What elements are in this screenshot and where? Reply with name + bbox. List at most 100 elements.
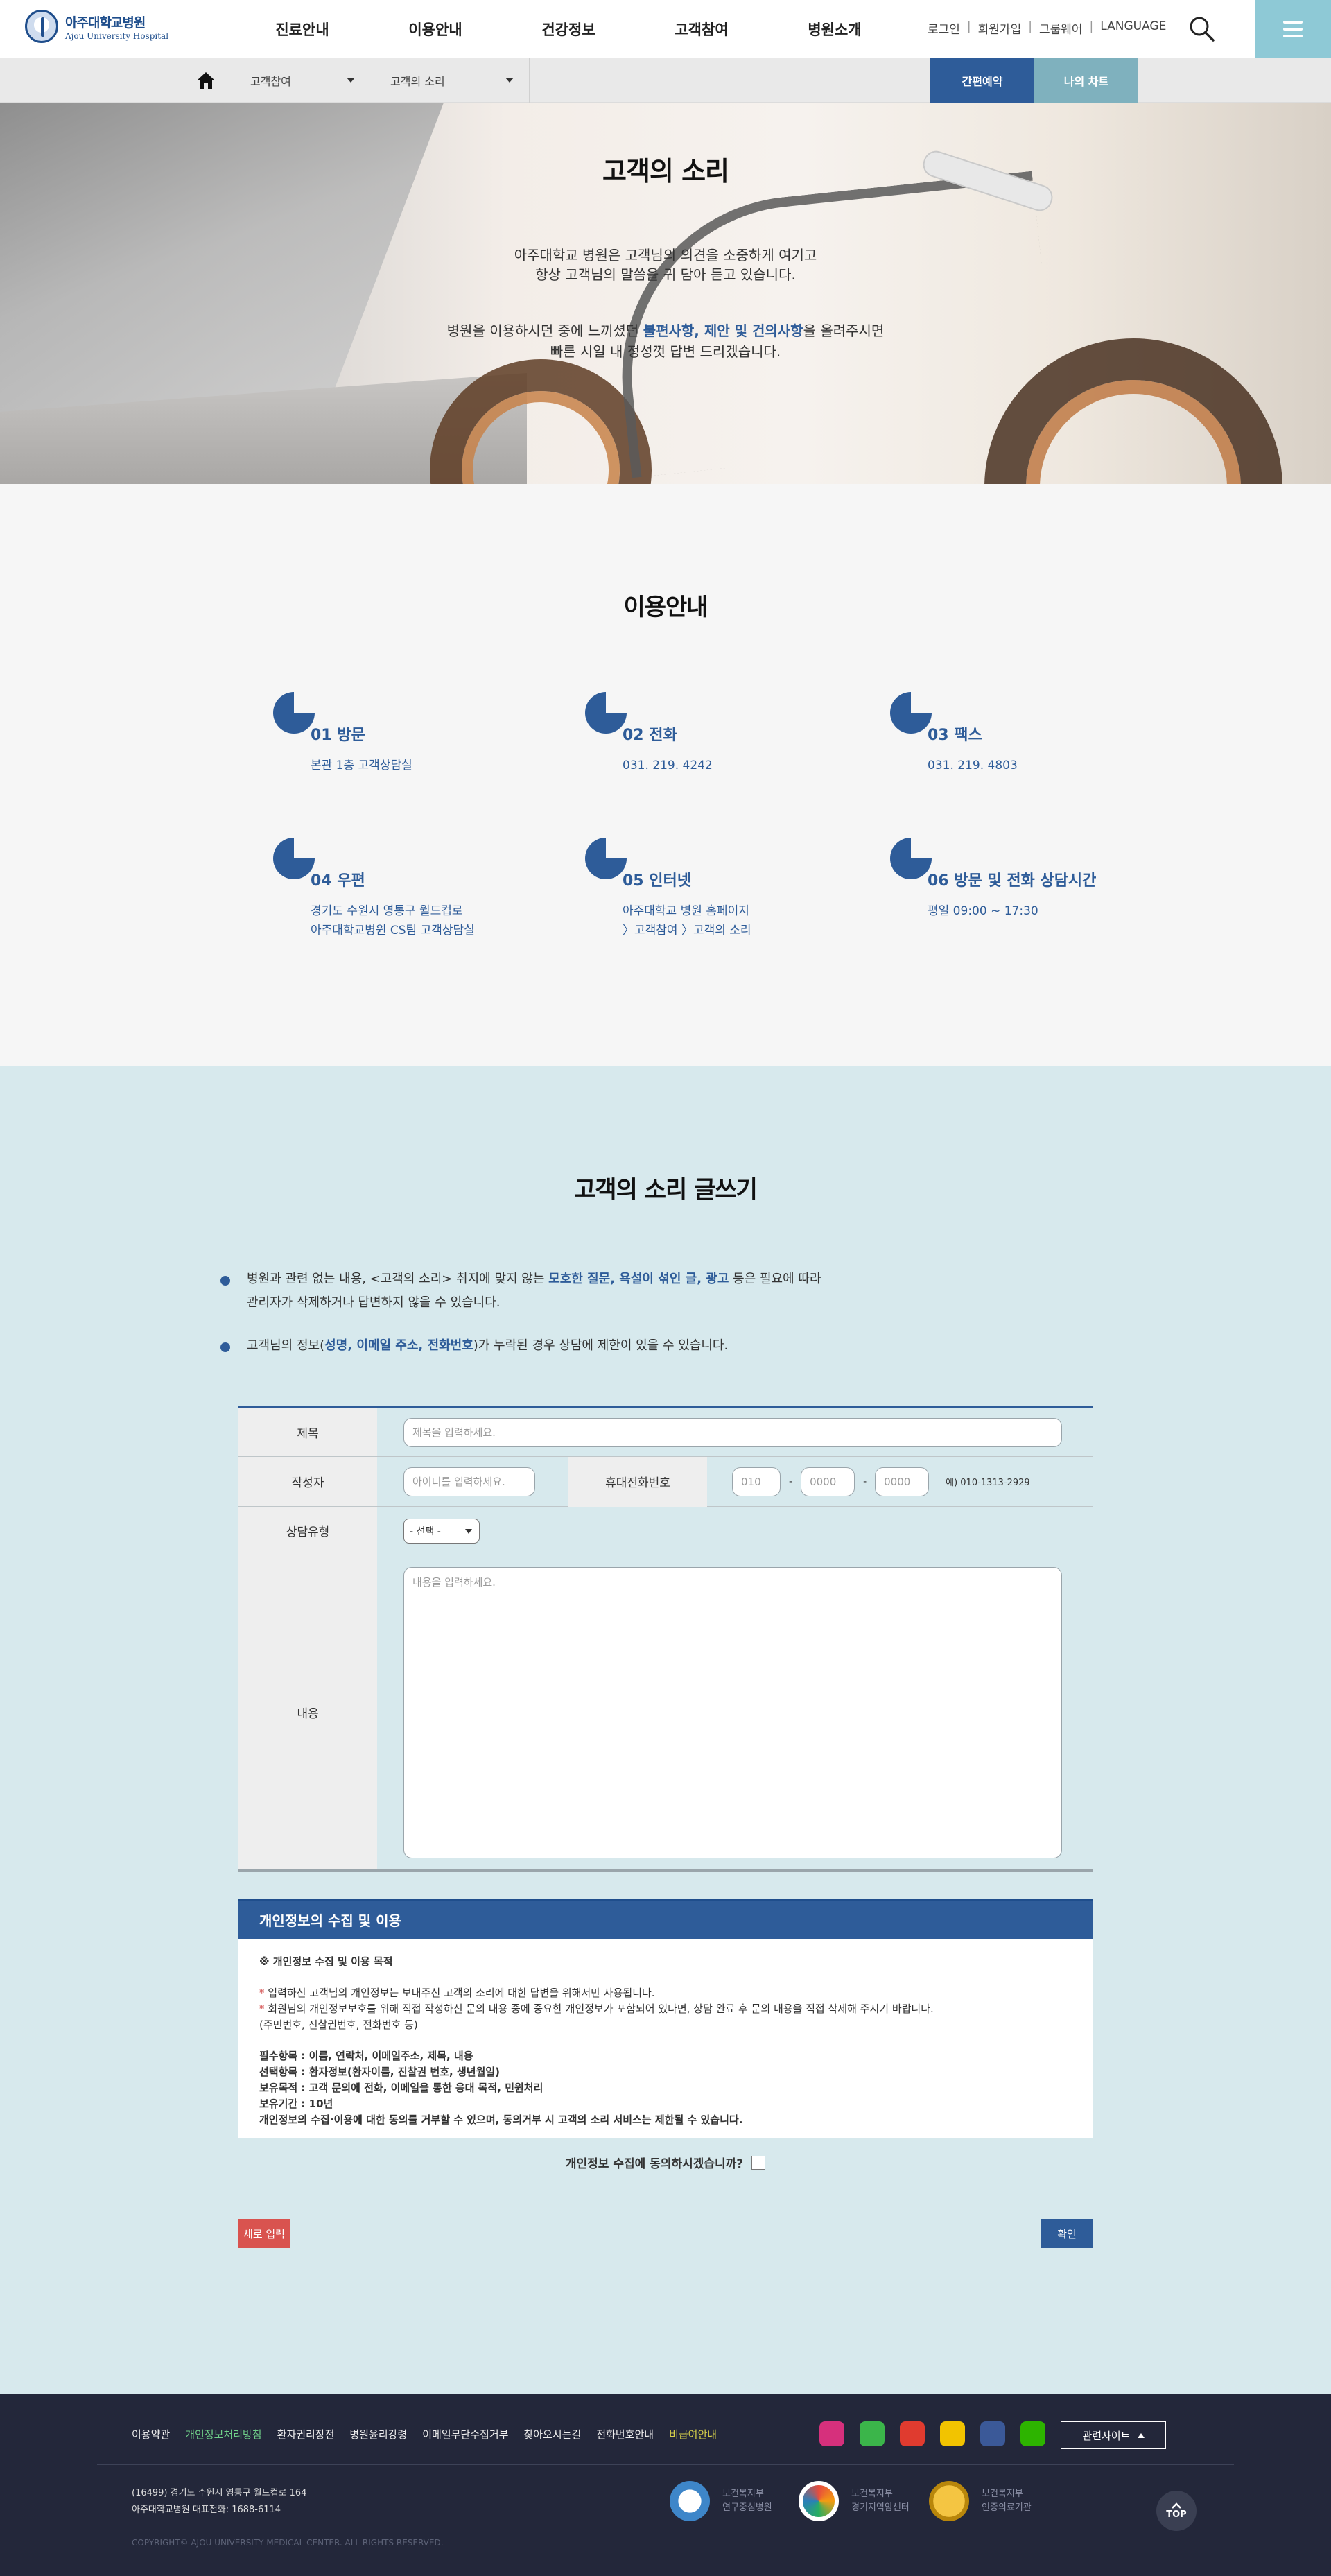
search-icon[interactable] (1187, 14, 1217, 44)
section-title: 고객의 소리 글쓰기 (574, 1176, 758, 1204)
author-input[interactable]: 아이디를 입력하세요. (403, 1467, 535, 1496)
privacy-optional: 선택항목 : 환자정보(환자이름, 진찰권 번호, 생년월일) (259, 2066, 501, 2078)
footer-link-terms[interactable]: 이용약관 (132, 2427, 170, 2441)
nav-item-customer[interactable]: 고객참여 (635, 19, 768, 40)
submit-button[interactable]: 확인 (1041, 2219, 1093, 2248)
notice-text: )가 누락된 경우 상담에 제한이 있을 수 있습니다. (473, 1338, 729, 1353)
footer-link-email-policy[interactable]: 이메일무단수집거부 (422, 2427, 508, 2441)
hero-intro-text: 아주대학교 병원은 고객님의 의견을 소중하게 여기고 항상 고객님의 말씀을 … (0, 245, 1331, 284)
agree-checkbox[interactable] (751, 2155, 766, 2170)
breadcrumb: 고객참여 고객의 소리 간편예약 나의 차트 (0, 58, 1331, 103)
phone-prefix-input[interactable]: 010 (732, 1467, 781, 1496)
groupware-link[interactable]: 그룹웨어 (1039, 19, 1083, 37)
section-title: 이용안내 (623, 594, 708, 621)
usage-item-title: 03 팩스 (928, 727, 982, 744)
form-row-content: 내용 내용을 입력하세요. (238, 1555, 1093, 1872)
breadcrumb-dropdown-1[interactable]: 고객참여 (232, 58, 370, 103)
language-link[interactable]: LANGUAGE (1100, 19, 1166, 37)
subject-label: 제목 (238, 1408, 377, 1456)
footer-link-ethics[interactable]: 병원윤리강령 (349, 2427, 407, 2441)
usage-guide-section: 이용안내 01 방문 본관 1층 고객상담실 02 전화 031. 219. 4… (0, 484, 1331, 1066)
hero-banner: 고객의 소리 아주대학교 병원은 고객님의 의견을 소중하게 여기고 항상 고객… (0, 103, 1331, 484)
usage-item-title: 02 전화 (623, 727, 677, 744)
chevron-down-icon (347, 78, 355, 83)
notice-text: 병원과 관련 없는 내용, <고객의 소리> 취지에 맞지 않는 (247, 1272, 549, 1286)
bullet-icon (220, 1342, 230, 1352)
certification-badge: 보건복지부경기지역암센터 (799, 2481, 910, 2521)
content-label: 내용 (238, 1555, 377, 1869)
usage-item-title: 06 방문 및 전화 상담시간 (928, 872, 1097, 890)
hero-highlight: 불편사항, 제안 및 건의사항 (643, 322, 803, 339)
breadcrumb-label-2: 고객의 소리 (390, 75, 445, 88)
related-sites-dropdown[interactable]: 관련사이트 (1061, 2421, 1166, 2449)
usage-item-desc: 경기도 수원시 영통구 월드컵로 아주대학교병원 CS팀 고객상담실 (311, 901, 475, 940)
privacy-agree: 개인정보 수집에 동의하시겠습니까? (0, 2154, 1331, 2171)
my-chart-button[interactable]: 나의 차트 (1034, 58, 1138, 103)
footer-link-noncovered[interactable]: 비급여안내 (669, 2427, 717, 2441)
scroll-top-button[interactable]: TOP (1156, 2491, 1197, 2531)
usage-item-title: 01 방문 (311, 727, 365, 744)
site-header: 아주대학교병원 Ajou University Hospital 진료안내 이용… (0, 0, 1331, 58)
privacy-text: 입력하신 고객님의 개인정보는 보내주신 고객의 소리에 대한 답변을 위해서만… (268, 1987, 655, 1999)
asterisk: * (259, 1987, 268, 1999)
cert-line: 보건복지부 (851, 2489, 893, 2499)
divider: | (1028, 19, 1032, 33)
divider: | (966, 19, 971, 33)
hero-text: 을 올려주시면 (803, 322, 885, 339)
consult-type-select[interactable]: - 선택 - (403, 1518, 480, 1544)
nav-item-about[interactable]: 병원소개 (768, 19, 901, 40)
youtube-icon[interactable] (900, 2421, 925, 2446)
phone-last-input[interactable]: 0000 (875, 1467, 930, 1496)
hospital-logo[interactable]: 아주대학교병원 Ajou University Hospital (25, 10, 168, 43)
home-icon[interactable] (195, 71, 216, 90)
footer-link-directions[interactable]: 찾아오시는길 (523, 2427, 581, 2441)
footer-link-phone[interactable]: 전화번호안내 (596, 2427, 654, 2441)
privacy-text: 회원님의 개인정보보호를 위해 직접 작성하신 문의 내용 중에 중요한 개인정… (268, 2003, 934, 2015)
footer-link-privacy[interactable]: 개인정보처리방침 (185, 2427, 261, 2441)
nav-item-health[interactable]: 건강정보 (502, 19, 635, 40)
notice-text: 고객님의 정보( (247, 1338, 325, 1353)
phone-middle-input[interactable]: 0000 (801, 1467, 855, 1496)
privacy-subtitle: ※ 개인정보 수집 및 이용 목적 (259, 1955, 393, 1968)
facebook-icon[interactable] (980, 2421, 1005, 2446)
bullet-icon (220, 1276, 230, 1286)
usage-item-desc: 본관 1층 고객상담실 (311, 756, 412, 775)
usage-item-desc: 031. 219. 4242 (623, 756, 713, 775)
quarter-circle-icon (273, 838, 315, 879)
hero-line: 항상 고객님의 말씀을 귀 담아 듣고 있습니다. (535, 266, 796, 283)
blog-icon[interactable] (1020, 2421, 1045, 2446)
nav-item-care[interactable]: 진료안내 (236, 19, 369, 40)
privacy-purpose: 보유목적 : 고객 문의에 전화, 이메일을 통한 응대 목적, 민원처리 (259, 2082, 543, 2094)
signup-link[interactable]: 회원가입 (978, 19, 1022, 37)
quarter-circle-icon (890, 838, 932, 879)
hamburger-menu-icon[interactable] (1255, 0, 1331, 58)
cert-line: 경기지역암센터 (851, 2502, 910, 2513)
kakaostory-icon[interactable] (940, 2421, 965, 2446)
logo-emblem (25, 10, 58, 43)
phone-label: 휴대전화번호 (568, 1456, 707, 1507)
breadcrumb-dropdown-2[interactable]: 고객의 소리 (372, 58, 530, 103)
desc-line: 031. 219. 4242 (623, 759, 713, 772)
privacy-content[interactable]: ※ 개인정보 수집 및 이용 목적 * 입력하신 고객님의 개인정보는 보내주신… (238, 1939, 1093, 2138)
login-link[interactable]: 로그인 (928, 19, 960, 37)
dash-separator: - (789, 1476, 793, 1487)
quarter-circle-icon (273, 692, 315, 734)
notice-text: 관리자가 삭제하거나 답변하지 않을 수 있습니다. (247, 1295, 501, 1310)
certification-badge: 보건복지부 인증의료기관 (929, 2481, 1032, 2521)
footer-link-patient-rights[interactable]: 환자권리장전 (277, 2427, 335, 2441)
content-textarea[interactable]: 내용을 입력하세요. (403, 1566, 1062, 1858)
phone-example-text: 예) 010-1313-2929 (946, 1478, 1030, 1488)
quick-reservation-button[interactable]: 간편예약 (930, 58, 1034, 103)
form-row-author: 작성자 아이디를 입력하세요. 휴대전화번호 010 - 0000 - 0000… (238, 1456, 1093, 1507)
nav-item-guide[interactable]: 이용안내 (369, 19, 502, 40)
quarter-circle-icon (585, 838, 627, 879)
reset-button[interactable]: 새로 입력 (238, 2219, 290, 2248)
privacy-deny: 개인정보의 수집·이용에 대한 동의를 거부할 수 있으며, 동의거부 시 고객… (259, 2113, 743, 2126)
kakao-icon[interactable] (860, 2421, 885, 2446)
author-label: 작성자 (238, 1457, 377, 1506)
instagram-icon[interactable] (819, 2421, 844, 2446)
desc-line: 본관 1층 고객상담실 (311, 759, 412, 772)
usage-item-desc: 031. 219. 4803 (928, 756, 1018, 775)
notice-highlight: 모호한 질문, 욕설이 섞인 글, 광고 (548, 1272, 729, 1286)
subject-input[interactable]: 제목을 입력하세요. (403, 1417, 1062, 1447)
